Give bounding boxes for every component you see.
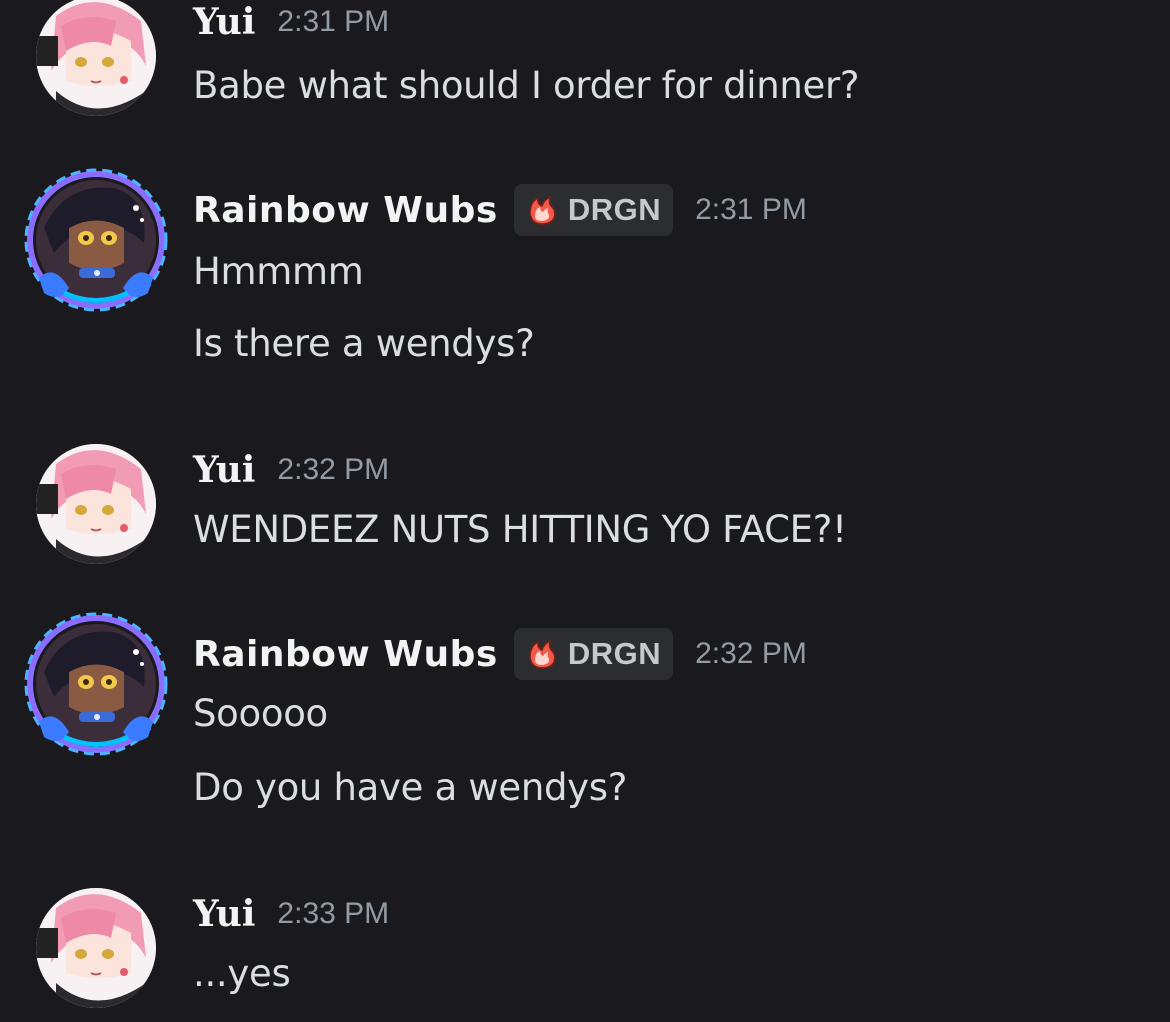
username[interactable]: Rainbow Wubs: [193, 190, 498, 231]
username[interactable]: Rainbow Wubs: [193, 634, 498, 675]
timestamp: 2:33 PM: [277, 897, 390, 930]
message-text: Babe what should I order for dinner?: [193, 64, 860, 107]
message-text: Sooooo: [193, 692, 328, 735]
message-text: Do you have a wendys?: [193, 766, 628, 809]
avatar[interactable]: [24, 168, 168, 312]
avatar[interactable]: [24, 612, 168, 756]
message-header: Yui 2:32 PM: [193, 440, 389, 500]
guild-tag[interactable]: DRGN: [513, 628, 674, 680]
flame-icon: [524, 636, 560, 672]
message-header: Yui 2:33 PM: [193, 884, 389, 944]
guild-tag-label: DRGN: [567, 192, 662, 227]
message-header: Yui 2:31 PM: [193, 0, 389, 52]
avatar[interactable]: [36, 444, 156, 564]
message-text: WENDEEZ NUTS HITTING YO FACE?!: [193, 508, 847, 551]
message-text: ...yes: [193, 952, 291, 995]
timestamp: 2:31 PM: [277, 5, 390, 38]
avatar[interactable]: [36, 0, 156, 116]
avatar[interactable]: [36, 888, 156, 1008]
message-text: Hmmmm: [193, 250, 364, 293]
message-text: Is there a wendys?: [193, 322, 535, 365]
flame-icon: [524, 192, 560, 228]
timestamp: 2:31 PM: [695, 193, 807, 226]
username[interactable]: Yui: [193, 893, 255, 935]
message-header: Rainbow Wubs DRGN 2:32 PM: [193, 624, 807, 684]
guild-tag[interactable]: DRGN: [513, 184, 674, 236]
username[interactable]: Yui: [193, 1, 255, 43]
guild-tag-label: DRGN: [567, 636, 662, 671]
message-header: Rainbow Wubs DRGN 2:31 PM: [193, 180, 807, 240]
username[interactable]: Yui: [193, 449, 255, 491]
timestamp: 2:32 PM: [695, 637, 807, 670]
timestamp: 2:32 PM: [277, 453, 390, 486]
